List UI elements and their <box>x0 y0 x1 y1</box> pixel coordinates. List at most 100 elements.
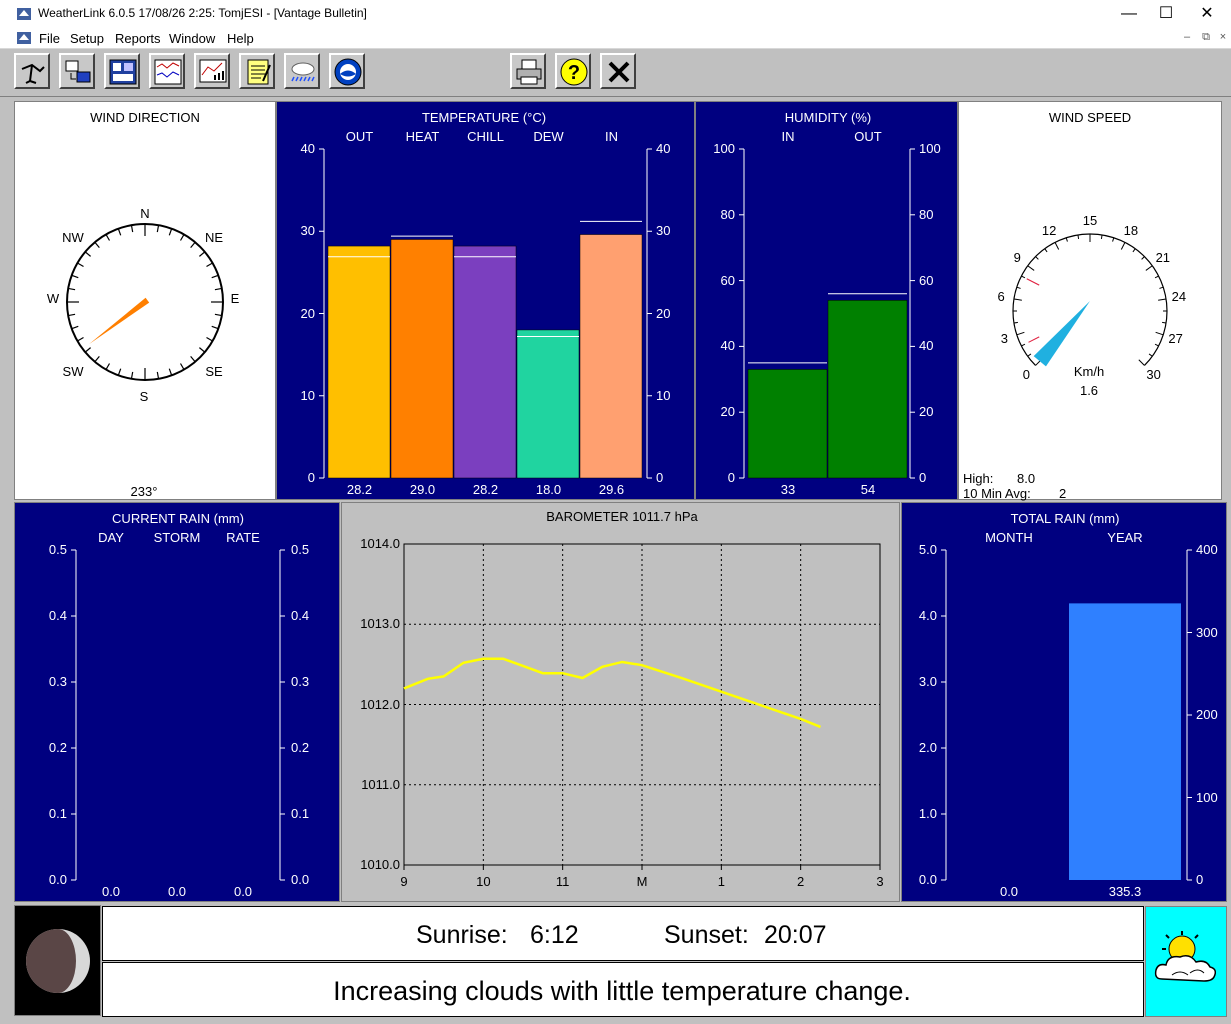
right-tick-label: 300 <box>1196 624 1218 640</box>
y-tick-label: 1010.0 <box>360 857 400 872</box>
compass-n-label: N <box>140 206 150 221</box>
bar-value: 28.2 <box>346 482 373 497</box>
right-tick-label: 0 <box>656 470 664 485</box>
gauge-tick <box>1013 298 1022 301</box>
left-tick-label: 40 <box>720 338 735 354</box>
compass-w-label: W <box>46 291 60 306</box>
compass-tick <box>214 287 222 291</box>
humidity-panel: HUMIDITY (%) 0 0 20 20 40 40 60 60 80 80 100 100 IN 3… <box>695 101 958 500</box>
help-button[interactable]: ? <box>555 53 591 89</box>
rain-cloud-icon <box>291 62 315 82</box>
close-bulletin-button[interactable] <box>600 53 636 89</box>
gauge-tick <box>1027 265 1035 271</box>
rain-button[interactable] <box>284 53 320 89</box>
left-tick-label: 4.0 <box>918 608 937 623</box>
station-map-button[interactable] <box>14 53 50 89</box>
bar-value: 18.0 <box>535 482 562 497</box>
compass-tick <box>68 313 76 317</box>
total-rain-panel: TOTAL RAIN (mm) MONTH YEAR 0.0 335.3 0.0… <box>901 502 1227 902</box>
bar <box>747 369 828 479</box>
temperature-panel: TEMPERATURE (°C) 0 0 10 10 20 20 30 30 40 40 OUT 28… <box>276 101 695 500</box>
gauge-tick <box>1132 248 1136 253</box>
wind-high-label: High: <box>963 471 994 486</box>
humidity-chart <box>739 148 915 479</box>
gauge-tick <box>1065 237 1068 242</box>
compass-tick <box>211 325 219 330</box>
compass-tick <box>199 347 206 353</box>
sunrise-time: 6:12 <box>530 921 579 949</box>
rain-rate-value: 0.0 <box>233 884 253 899</box>
gauge-tick <box>1035 256 1039 260</box>
left-tick-label: 100 <box>713 141 735 156</box>
compass-tick <box>156 225 160 233</box>
print-icon <box>516 59 542 85</box>
gauge-tick <box>1158 298 1167 301</box>
strip-chart-icon <box>154 59 182 85</box>
graph-button[interactable] <box>194 53 230 89</box>
bar <box>453 245 517 479</box>
gauge-tick <box>1016 331 1025 336</box>
wind-avg-value: 2 <box>1059 486 1067 501</box>
forecast-box: Increasing clouds with little temperatur… <box>102 962 1144 1017</box>
bar-header: IN <box>605 129 618 144</box>
sunset-label: Sunset: <box>664 921 749 949</box>
wind-speed-unit: Km/h <box>1073 364 1105 379</box>
svg-text:?: ? <box>568 62 580 84</box>
compass-tick <box>130 371 134 379</box>
x-tick-label: 3 <box>876 874 884 889</box>
right-tick-label: 200 <box>1196 707 1218 722</box>
right-tick-label: 0 <box>1196 872 1204 887</box>
maximize-button[interactable]: ☐ <box>1143 0 1189 28</box>
menu-help[interactable]: Help <box>227 31 254 46</box>
menu-file[interactable]: File <box>39 31 60 46</box>
gauge-tick <box>1013 321 1018 324</box>
strip-chart-button[interactable] <box>149 53 185 89</box>
close-window-button[interactable]: ✕ <box>1184 0 1230 28</box>
menu-window[interactable]: Window <box>169 31 215 46</box>
right-tick-label: 40 <box>919 338 934 354</box>
gauge-tick <box>1138 359 1145 366</box>
bar-header: DEW <box>533 129 564 144</box>
mdi-close-button[interactable]: × <box>1216 31 1230 43</box>
wind-speed-needle <box>1033 301 1090 367</box>
left-tick-label: 0 <box>727 470 735 485</box>
station-map-icon <box>21 63 45 84</box>
right-tick-label: 400 <box>1196 542 1218 557</box>
gauge-tick <box>1148 353 1153 357</box>
bar-value: 29.0 <box>409 482 436 497</box>
wind-direction-value: 233° <box>130 484 158 499</box>
gauge-scale-label: 21 <box>1155 250 1171 266</box>
bar-value: 29.6 <box>598 482 625 497</box>
compass-e-label: E <box>230 291 240 306</box>
right-tick-label: 80 <box>919 206 934 222</box>
compass-ne-label: NE <box>204 230 224 245</box>
menu-reports[interactable]: Reports <box>115 31 161 46</box>
download-button[interactable] <box>59 53 95 89</box>
menu-bar: File Setup Reports Window Help – ⧉ × <box>0 28 1231 49</box>
bulletin-button[interactable] <box>104 53 140 89</box>
left-tick-label: 20 <box>300 305 315 321</box>
notepad-button[interactable] <box>239 53 275 89</box>
compass-tick <box>117 228 122 236</box>
compass-tick <box>71 274 79 279</box>
compass-tick <box>168 228 173 236</box>
compass-tick <box>206 336 213 342</box>
sunset-time: 20:07 <box>764 921 827 949</box>
menu-setup[interactable]: Setup <box>70 31 104 46</box>
left-tick-label: 0.3 <box>48 674 67 689</box>
right-tick-label: 0.0 <box>291 872 310 887</box>
mdi-minimize-button[interactable]: – <box>1180 31 1194 43</box>
print-button[interactable] <box>510 53 546 89</box>
gauge-tick <box>1154 343 1159 347</box>
temperature-chart <box>319 148 652 479</box>
right-tick-label: 60 <box>919 272 934 288</box>
gauge-arc <box>1012 233 1168 366</box>
right-tick-label: 10 <box>656 387 671 403</box>
current-rain-chart <box>71 549 285 881</box>
right-tick-label: 0 <box>919 470 927 485</box>
mdi-restore-button[interactable]: ⧉ <box>1199 31 1213 44</box>
gauge-tick <box>1141 256 1145 260</box>
wind-direction-panel: WIND DIRECTION N NE E SE S SW W NW 233° <box>14 101 276 500</box>
x-tick-label: 10 <box>476 874 491 889</box>
noaa-button[interactable] <box>329 53 365 89</box>
